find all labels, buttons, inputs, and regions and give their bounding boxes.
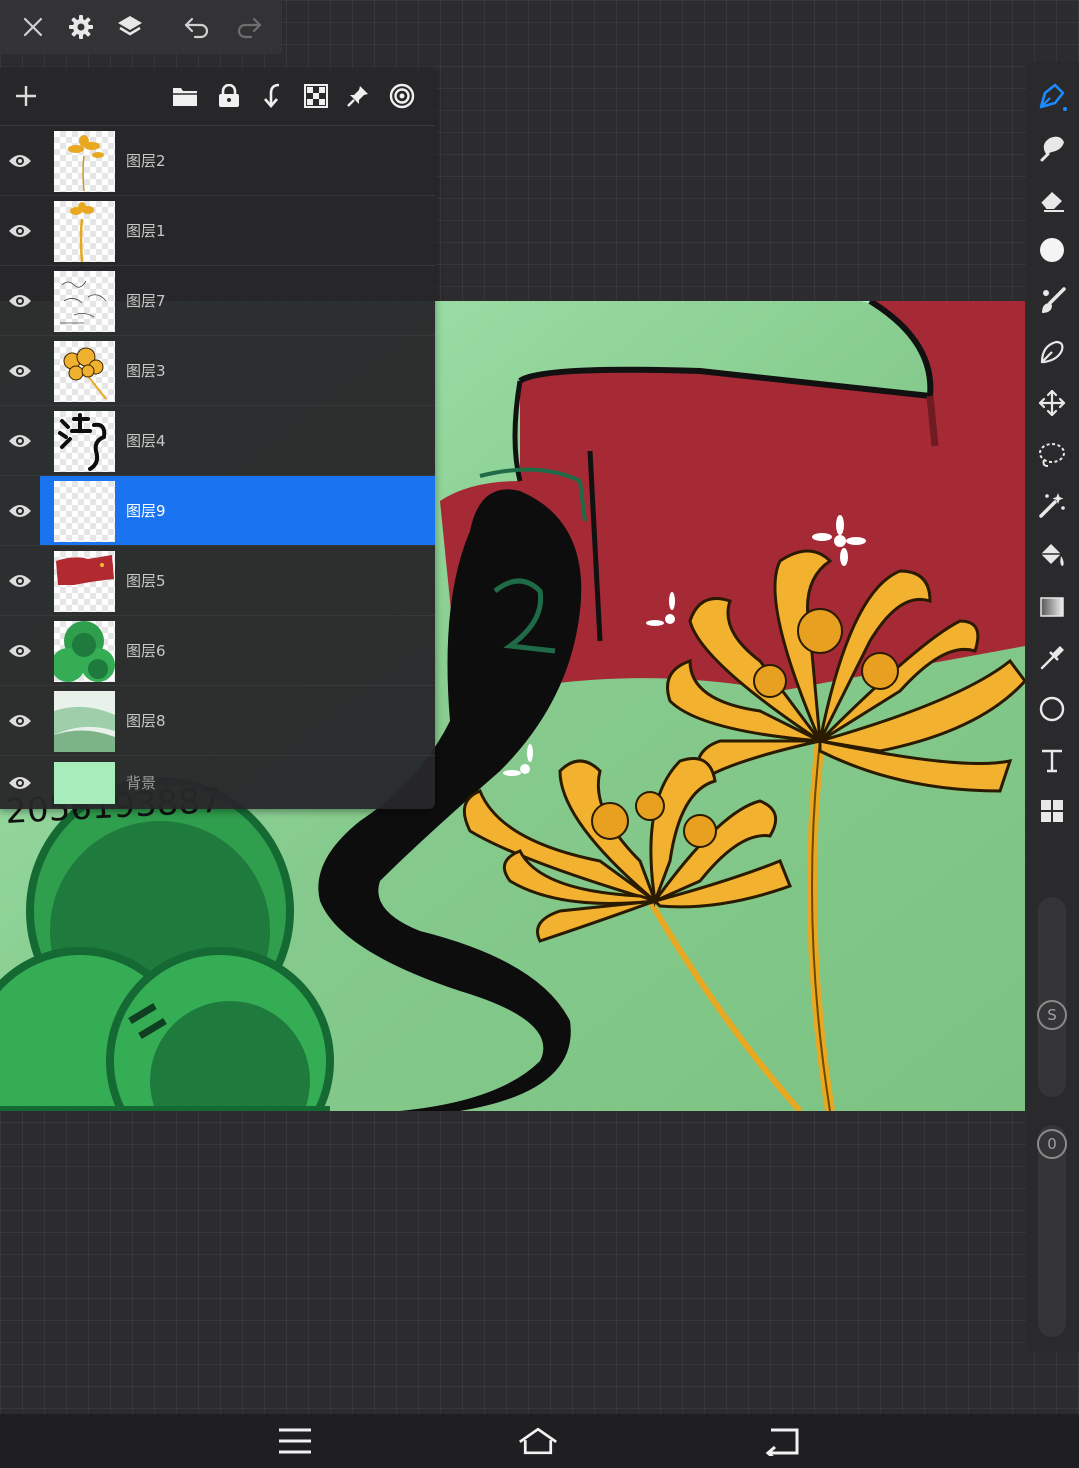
- layer-row-selected[interactable]: 图层9: [0, 476, 435, 546]
- background-color-swatch[interactable]: [54, 762, 115, 804]
- layer-thumbnail: [54, 341, 115, 402]
- layer-thumbnail: [54, 131, 115, 192]
- text-icon[interactable]: [1036, 744, 1068, 776]
- layer-row[interactable]: 图层7: [0, 266, 435, 336]
- pin-icon[interactable]: [342, 80, 374, 112]
- back-icon[interactable]: [763, 1424, 803, 1458]
- layer-thumbnail: [54, 621, 115, 682]
- layer-name: 图层4: [126, 432, 166, 450]
- lock-icon[interactable]: [213, 80, 245, 112]
- checker-icon[interactable]: [300, 80, 332, 112]
- system-nav-bar: [0, 1414, 1079, 1468]
- eye-icon[interactable]: [6, 148, 34, 174]
- layer-name: 图层2: [126, 152, 166, 170]
- shape-circle-icon[interactable]: [1036, 693, 1068, 725]
- layer-row[interactable]: 图层3: [0, 336, 435, 406]
- layer-thumbnail: [54, 691, 115, 752]
- eye-icon[interactable]: [6, 638, 34, 664]
- top-toolbar: [0, 0, 282, 54]
- redo-icon[interactable]: [232, 10, 266, 44]
- layer-thumbnail: [54, 411, 115, 472]
- brush-size-slider[interactable]: [1038, 897, 1066, 1097]
- eye-icon[interactable]: [6, 770, 34, 796]
- smudge-icon[interactable]: [1036, 132, 1068, 164]
- layer-name: 图层7: [126, 292, 166, 310]
- lasso-select-icon[interactable]: [1036, 438, 1068, 470]
- layer-row[interactable]: 图层2: [0, 126, 435, 196]
- opacity-label: 0: [1047, 1135, 1057, 1153]
- eraser-icon[interactable]: [1036, 183, 1068, 215]
- eye-icon[interactable]: [6, 358, 34, 384]
- lasso-pen-icon[interactable]: [1036, 336, 1068, 368]
- add-layer-icon[interactable]: [10, 80, 42, 112]
- layer-name: 背景: [126, 774, 157, 792]
- folder-icon[interactable]: [169, 80, 201, 112]
- layer-thumbnail: [54, 551, 115, 612]
- layer-name: 图层3: [126, 362, 166, 380]
- layer-name: 图层9: [126, 502, 166, 520]
- layer-name: 图层5: [126, 572, 166, 590]
- layer-row[interactable]: 图层4: [0, 406, 435, 476]
- brush-icon[interactable]: [1036, 285, 1068, 317]
- tools-rail: S 0: [1026, 62, 1079, 1352]
- layer-row[interactable]: 图层1: [0, 196, 435, 266]
- layers-icon[interactable]: [113, 10, 147, 44]
- brush-size-knob[interactable]: S: [1037, 1000, 1067, 1030]
- magic-wand-icon[interactable]: [1036, 489, 1068, 521]
- eye-icon[interactable]: [6, 498, 34, 524]
- move-icon[interactable]: [1036, 387, 1068, 419]
- layer-name: 图层6: [126, 642, 166, 660]
- opacity-knob[interactable]: 0: [1037, 1129, 1067, 1159]
- eye-icon[interactable]: [6, 288, 34, 314]
- eyedropper-icon[interactable]: [1036, 642, 1068, 674]
- pen-tool-icon[interactable]: [1036, 80, 1068, 112]
- menu-icon[interactable]: [275, 1424, 315, 1458]
- size-label: S: [1047, 1006, 1057, 1024]
- undo-icon[interactable]: [180, 10, 214, 44]
- gear-icon[interactable]: [64, 10, 98, 44]
- layer-thumbnail: [54, 201, 115, 262]
- merge-down-icon[interactable]: [257, 80, 289, 112]
- eye-icon[interactable]: [6, 568, 34, 594]
- grid-icon[interactable]: [1036, 795, 1068, 827]
- layers-panel: 图层2 图层1 图层7 图层3 图层4 图层9 图层5 图层6 图层8 背景: [0, 68, 435, 809]
- layer-name: 图层8: [126, 712, 166, 730]
- eye-icon[interactable]: [6, 218, 34, 244]
- brush-size-icon[interactable]: [1036, 234, 1068, 266]
- layer-row[interactable]: 图层5: [0, 546, 435, 616]
- layer-row[interactable]: 图层6: [0, 616, 435, 686]
- layer-thumbnail: [54, 481, 115, 542]
- eye-icon[interactable]: [6, 708, 34, 734]
- layer-name: 图层1: [126, 222, 166, 240]
- eye-icon[interactable]: [6, 428, 34, 454]
- gradient-icon[interactable]: [1036, 591, 1068, 623]
- layer-row[interactable]: 图层8: [0, 686, 435, 756]
- target-icon[interactable]: [386, 80, 418, 112]
- background-layer-row[interactable]: 背景: [0, 756, 435, 810]
- layer-thumbnail: [54, 271, 115, 332]
- home-icon[interactable]: [518, 1424, 558, 1458]
- fill-bucket-icon[interactable]: [1036, 540, 1068, 572]
- layers-toolbar: [0, 68, 435, 126]
- close-icon[interactable]: [16, 10, 50, 44]
